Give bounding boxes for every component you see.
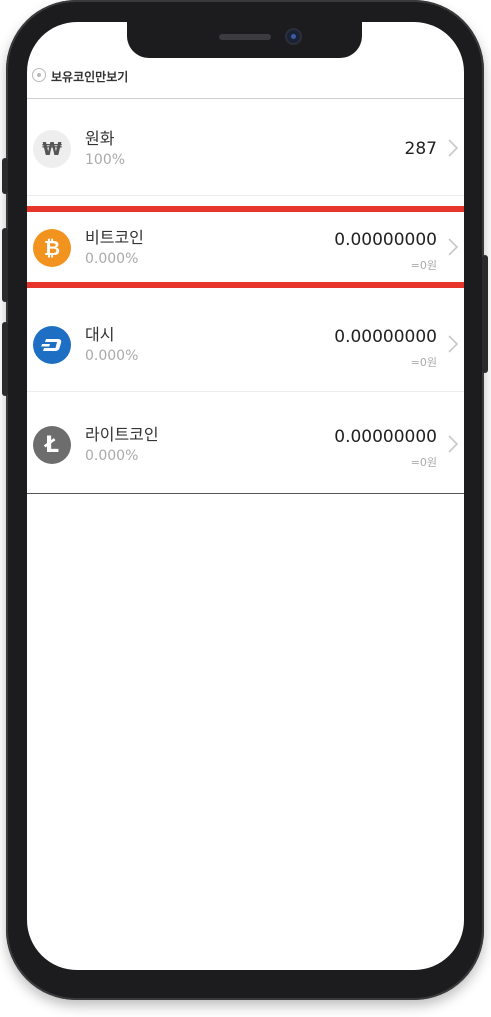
power-button xyxy=(482,255,488,373)
speaker-grille xyxy=(219,34,271,40)
asset-percent: 0.000% xyxy=(85,348,139,364)
list-divider xyxy=(27,493,464,494)
camera-icon xyxy=(287,30,300,43)
chevron-right-icon xyxy=(448,238,459,256)
chevron-right-icon xyxy=(448,139,459,157)
asset-percent: 100% xyxy=(85,152,126,168)
chevron-right-icon xyxy=(448,335,459,353)
asset-krw-value: =0원 xyxy=(410,456,437,469)
asset-percent: 0.000% xyxy=(85,448,139,464)
asset-amount: 0.00000000 xyxy=(334,327,437,347)
radio-button[interactable] xyxy=(32,68,46,82)
dash-logo xyxy=(41,339,62,351)
mute-switch xyxy=(2,158,8,194)
asset-krw-value: =0원 xyxy=(410,356,437,369)
asset-amount: 0.00000000 xyxy=(334,230,437,250)
won-icon: ₩ xyxy=(33,130,71,168)
dash-icon xyxy=(33,326,71,364)
holdings-filter-label: 보유코인만보기 xyxy=(51,70,129,84)
asset-percent: 0.000% xyxy=(85,251,139,267)
volume-down-button xyxy=(2,322,8,396)
asset-name: 비트코인 xyxy=(85,228,144,247)
asset-row-dash[interactable]: 대시 0.000% 0.00000000 =0원 xyxy=(27,295,464,392)
asset-amount: 0.00000000 xyxy=(334,427,437,447)
chevron-right-icon xyxy=(448,435,459,453)
phone-notch xyxy=(127,22,362,58)
volume-up-button xyxy=(2,228,8,302)
asset-name: 라이트코인 xyxy=(85,425,159,444)
litecoin-icon: Ł xyxy=(33,426,71,464)
asset-name: 원화 xyxy=(85,129,115,148)
asset-row-krw[interactable]: ₩ 원화 100% 287 xyxy=(27,99,464,196)
phone-screen: 보유코인만보기 ₩ 원화 100% 287 ₿ 비트코인 0.000% 0.00… xyxy=(27,22,464,970)
asset-amount: 287 xyxy=(404,139,437,159)
asset-name: 대시 xyxy=(85,325,115,344)
asset-row-litecoin[interactable]: Ł 라이트코인 0.000% 0.00000000 =0원 xyxy=(27,395,464,493)
asset-row-bitcoin[interactable]: ₿ 비트코인 0.000% 0.00000000 =0원 xyxy=(27,198,464,294)
bitcoin-icon: ₿ xyxy=(33,229,71,267)
asset-krw-value: =0원 xyxy=(410,259,437,272)
holdings-filter[interactable]: 보유코인만보기 xyxy=(27,58,464,99)
